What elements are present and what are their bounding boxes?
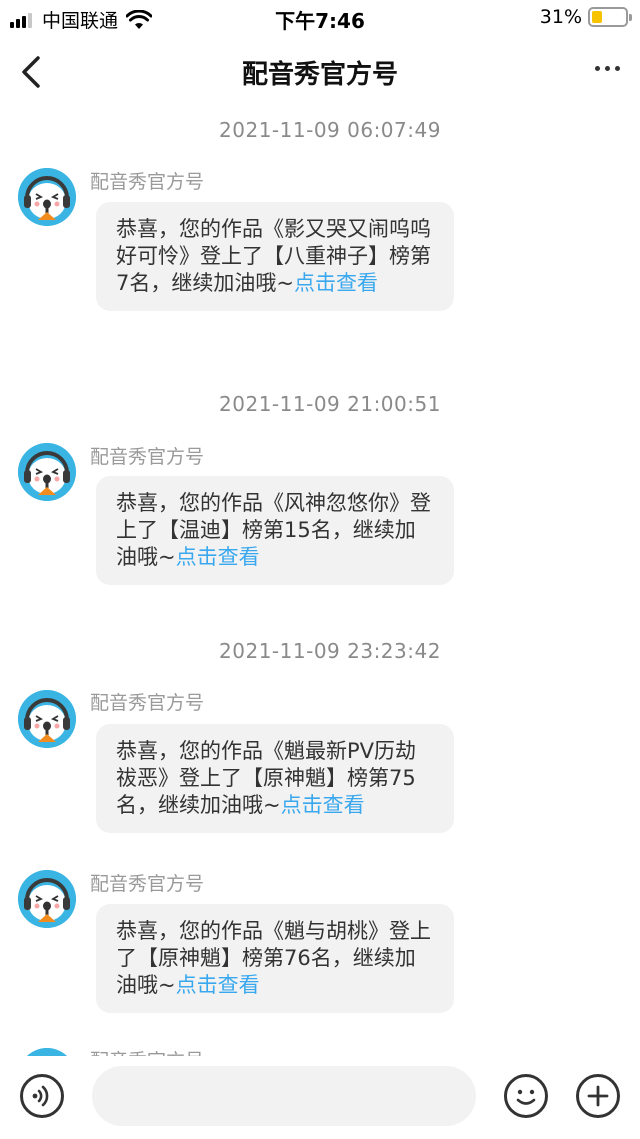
view-link[interactable]: 点击查看 <box>176 545 260 569</box>
sender-name: 配音秀官方号 <box>90 692 205 714</box>
message-text: 恭喜，您的作品《影又哭又闹呜呜好可怜》登上了【八重神子】榜第7名，继续加油哦~ <box>116 217 431 295</box>
more-dots-icon[interactable] <box>590 66 620 71</box>
message-timestamp: 2021-11-09 21:00:51 <box>219 392 441 416</box>
plus-icon[interactable] <box>576 1074 620 1118</box>
message-text: 恭喜，您的作品《魈最新PV历劫祓恶》登上了【原神魈】榜第75名，继续加油哦~ <box>116 739 417 817</box>
message-timestamp: 2021-11-09 06:07:49 <box>219 118 441 142</box>
avatar[interactable] <box>18 168 76 226</box>
status-bar: 中国联通 下午7:46 31% <box>0 0 640 36</box>
battery-icon <box>588 7 632 27</box>
message-text: 恭喜，您的作品《魈与胡桃》登上了【原神魈】榜第76名，继续加油哦~ <box>116 919 431 997</box>
message-bubble: 恭喜，您的作品《魈与胡桃》登上了【原神魈】榜第76名，继续加油哦~点击查看 <box>96 904 454 1013</box>
message-feed[interactable]: 2021-11-09 06:07:49 配音秀官方号 恭喜，您的作品《影又哭又闹… <box>0 108 640 1056</box>
view-link[interactable]: 点击查看 <box>176 973 260 997</box>
avatar[interactable] <box>18 870 76 928</box>
sender-name: 配音秀官方号 <box>90 446 205 468</box>
message-text: 恭喜，您的作品《风神忽悠你》登上了【温迪】榜第15名，继续加油哦~ <box>116 491 431 569</box>
sender-name: 配音秀官方号 <box>90 1046 204 1056</box>
message-bubble: 恭喜，您的作品《魈最新PV历劫祓恶》登上了【原神魈】榜第75名，继续加油哦~点击… <box>96 724 454 833</box>
message-input[interactable] <box>92 1066 476 1126</box>
emoji-icon[interactable] <box>504 1074 548 1118</box>
avatar[interactable] <box>18 1048 76 1056</box>
view-link[interactable]: 点击查看 <box>281 793 365 817</box>
nav-bar: 配音秀官方号 <box>0 36 640 108</box>
battery-percent: 31% <box>539 6 582 28</box>
page-title: 配音秀官方号 <box>241 60 398 90</box>
avatar[interactable] <box>18 690 76 748</box>
status-right: 31% <box>539 6 632 28</box>
voice-icon[interactable] <box>20 1074 64 1118</box>
message-timestamp: 2021-11-09 23:23:42 <box>219 639 441 663</box>
message-bubble: 恭喜，您的作品《风神忽悠你》登上了【温迪】榜第15名，继续加油哦~点击查看 <box>96 476 454 585</box>
sender-name: 配音秀官方号 <box>90 873 205 895</box>
view-link[interactable]: 点击查看 <box>294 271 378 295</box>
battery-fill <box>592 11 602 23</box>
avatar[interactable] <box>18 443 76 501</box>
message-bubble: 恭喜，您的作品《影又哭又闹呜呜好可怜》登上了【八重神子】榜第7名，继续加油哦~点… <box>96 202 454 311</box>
input-bar <box>0 1056 640 1139</box>
sender-name: 配音秀官方号 <box>90 171 205 193</box>
